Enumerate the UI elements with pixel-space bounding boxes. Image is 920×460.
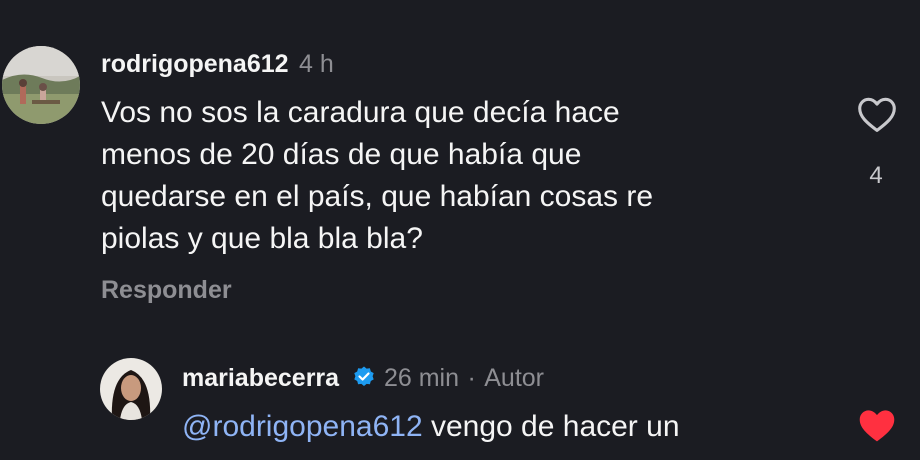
like-count: 4 [869, 162, 883, 189]
comment-mariabecerra: mariabecerra 26 min · Autor @rodrigopena… [0, 340, 920, 460]
comment-line: vengo de hacer un [422, 410, 680, 443]
like-button[interactable] [856, 406, 898, 446]
comment-rodrigopena612: rodrigopena612 4 h Vos no sos la caradur… [0, 0, 920, 330]
comment-header: mariabecerra 26 min · Autor [182, 364, 544, 394]
comment-line: menos de 20 días de que había que [101, 138, 582, 171]
woman-portrait-avatar-icon [100, 358, 162, 420]
comment-text: @rodrigopena612 vengo de hacer un [182, 406, 680, 448]
comment-line: piolas y que bla bla bla? [101, 222, 423, 255]
verified-badge-icon [352, 365, 376, 394]
timestamp: 26 min [383, 364, 460, 392]
landscape-photo-avatar-icon [2, 46, 80, 124]
avatar[interactable] [100, 358, 162, 420]
heart-outline-icon [858, 97, 896, 132]
separator: · [467, 364, 476, 392]
reply-button[interactable]: Responder [101, 276, 232, 305]
comment-text: Vos no sos la caradura que decía hace me… [101, 92, 653, 260]
comment-line: quedarse en el país, que habían cosas re [101, 180, 654, 213]
avatar[interactable] [2, 46, 80, 124]
timestamp: 4 h [299, 50, 334, 78]
mention-link[interactable]: @rodrigopena612 [182, 410, 423, 443]
comment-header: rodrigopena612 4 h [101, 50, 334, 79]
author-tag: Autor [484, 364, 545, 392]
username[interactable]: rodrigopena612 [101, 50, 289, 78]
comment-line: Vos no sos la caradura que decía hace [101, 96, 620, 129]
heart-filled-icon [859, 410, 895, 442]
like-button[interactable] [856, 95, 898, 135]
username[interactable]: mariabecerra [182, 364, 339, 392]
